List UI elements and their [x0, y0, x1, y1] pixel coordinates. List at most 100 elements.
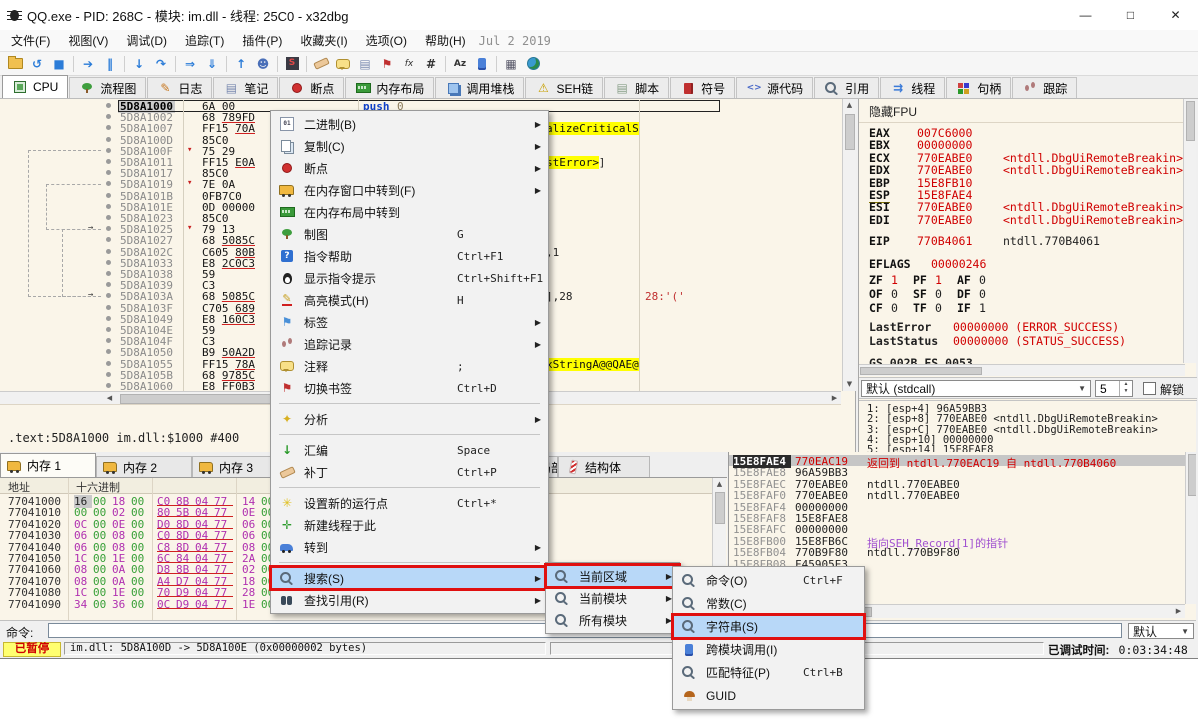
settings-button[interactable]: S	[281, 54, 303, 74]
tab-source[interactable]: <>源代码	[736, 77, 813, 98]
menu-item-search-command[interactable]: 命令(O)Ctrl+F	[673, 569, 864, 592]
menu-item-goto[interactable]: 转到	[271, 536, 548, 558]
register-row-esi[interactable]: ESI770EABE0<ntdll.DbgUiRemoteBreakin>	[859, 200, 1185, 212]
registers-vertical-scrollbar[interactable]	[1183, 99, 1196, 363]
argument-row[interactable]: 3: [esp+C] 770EABE0 <ntdll.DbgUiRemoteBr…	[859, 424, 1197, 434]
tab-trace[interactable]: 跟踪	[1012, 77, 1077, 98]
tab-call-stack[interactable]: 调用堆栈	[435, 77, 524, 98]
tab-cpu[interactable]: CPU	[2, 75, 68, 98]
menu-item-instruction-help[interactable]: ?指令帮助Ctrl+F1	[271, 245, 548, 267]
menu-item-search-all-modules[interactable]: 所有模块	[546, 609, 679, 631]
disasm-vertical-scrollbar[interactable]	[842, 99, 856, 391]
column-divider[interactable]	[183, 100, 184, 391]
restart-button[interactable]: ↺	[26, 54, 48, 74]
scrollbar-thumb[interactable]	[845, 114, 855, 150]
close-button[interactable]: ✕	[1153, 0, 1198, 30]
stack-row[interactable]: 15E8FAEC770EABE0ntdll.770EABE0	[729, 478, 1185, 489]
stepper-arrows[interactable]	[1119, 381, 1132, 396]
stack-vertical-scrollbar[interactable]	[1185, 452, 1196, 604]
menu-item-find-references[interactable]: 查找引用(R)	[271, 589, 548, 611]
run-button[interactable]: ➔	[77, 54, 99, 74]
menu-favourites[interactable]: 收藏夹(I)	[291, 30, 356, 51]
menu-item-new-thread-here[interactable]: ✛新建线程于此	[271, 514, 548, 536]
patch-button[interactable]	[310, 54, 332, 74]
tab-struct[interactable]: 结构体	[558, 456, 650, 477]
menu-options[interactable]: 选项(O)	[357, 30, 416, 51]
step-into-button[interactable]: ↓	[128, 54, 150, 74]
flag-af[interactable]: AF0	[957, 273, 1001, 287]
menu-help[interactable]: 帮助(H)	[416, 30, 475, 51]
register-row-ecx[interactable]: ECX770EABE0<ntdll.DbgUiRemoteBreakin>	[859, 151, 1185, 163]
animate-over-button[interactable]: ⇓	[201, 54, 223, 74]
menu-item-search-guid[interactable]: GUID	[673, 684, 864, 707]
step-up-icon[interactable]	[1120, 381, 1132, 388]
step-down-icon[interactable]	[1120, 388, 1132, 395]
maximize-button[interactable]: □	[1108, 0, 1153, 30]
tab-threads[interactable]: ⇉线程	[880, 77, 945, 98]
depth-stepper[interactable]: 5	[1095, 380, 1133, 397]
calculator-button[interactable]: ▦	[500, 54, 522, 74]
menu-item-copy[interactable]: 复制(C)	[271, 135, 548, 157]
eflags-row[interactable]: EFLAGS00000246	[859, 257, 1185, 271]
menu-item-search-constant[interactable]: 常数(C)	[673, 592, 864, 615]
bookmark-button[interactable]: ⚑	[376, 54, 398, 74]
tab-breakpoints[interactable]: 断点	[279, 77, 344, 98]
tab-handles[interactable]: 句柄	[946, 77, 1011, 98]
menu-item-binary[interactable]: 01二进制(B)	[271, 113, 548, 135]
flag-df[interactable]: DF0	[957, 287, 1001, 301]
menu-item-toggle-bookmark[interactable]: ⚑切换书签Ctrl+D	[271, 377, 548, 399]
animate-into-button[interactable]: ⇒	[179, 54, 201, 74]
flag-cf[interactable]: CF0	[869, 301, 913, 315]
stack-row[interactable]: 15E8FAF0770EABE0ntdll.770EABE0	[729, 489, 1185, 500]
menu-item-analysis[interactable]: ✦分析	[271, 408, 548, 430]
flag-zf[interactable]: ZF1	[869, 273, 913, 287]
menu-item-goto-memory-window[interactable]: 在内存窗口中转到(F)	[271, 179, 548, 201]
stack-row[interactable]: 15E8FAE4770EAC19返回到 ntdll.770EAC19 自 ntd…	[729, 455, 1185, 466]
register-row-esp[interactable]: ESP15E8FAE4	[859, 188, 1185, 200]
register-row-eax[interactable]: EAX007C6000	[859, 126, 1185, 138]
menu-item-assemble[interactable]: ↓汇编Space	[271, 439, 548, 461]
tab-seh-chain[interactable]: ⚠SEH链	[525, 77, 603, 98]
comment-button[interactable]	[332, 54, 354, 74]
az-button[interactable]: Az	[449, 54, 471, 74]
tab-dump-1[interactable]: 内存 1	[0, 453, 96, 477]
menu-item-search-pattern[interactable]: 匹配特征(P)Ctrl+B	[673, 661, 864, 684]
menu-trace[interactable]: 追踪(T)	[176, 30, 233, 51]
pause-button[interactable]: ‖	[99, 54, 121, 74]
menu-item-search-current-module[interactable]: 当前模块	[546, 587, 679, 609]
stack-row[interactable]: 15E8FB04770B9F80ntdll.770B9F80	[729, 546, 1185, 557]
scrollbar-thumb[interactable]	[1188, 454, 1196, 496]
calling-convention-select[interactable]: 默认 (stdcall)	[861, 380, 1091, 397]
argument-row[interactable]: 1: [esp+4] 96A59BB3	[859, 403, 1197, 413]
menu-item-search-string-references[interactable]: 字符串(S)	[673, 615, 864, 638]
column-divider[interactable]	[639, 100, 640, 391]
stack-row[interactable]: 15E8FAFC00000000	[729, 523, 1185, 534]
tab-log[interactable]: ✎日志	[147, 77, 212, 98]
step-over-button[interactable]: ↷	[150, 54, 172, 74]
flag-if[interactable]: IF1	[957, 301, 1001, 315]
menu-item-search-current-region[interactable]: 当前区域	[546, 565, 679, 587]
minimize-button[interactable]: —	[1063, 0, 1108, 30]
scroll-up-icon[interactable]	[843, 99, 856, 112]
notes-button[interactable]: ▤	[354, 54, 376, 74]
tab-symbols[interactable]: 符号	[670, 77, 735, 98]
fx-button[interactable]: fx	[398, 54, 420, 74]
scrollbar-thumb[interactable]	[860, 367, 982, 375]
register-row-eip[interactable]: EIP770B4061ntdll.770B4061	[859, 234, 1185, 246]
attach-button[interactable]: ☻	[252, 54, 274, 74]
stack-row[interactable]: 15E8FB0015E8FB6C指向SEH_Record[1]的指针	[729, 535, 1185, 546]
scroll-up-icon[interactable]	[713, 478, 726, 491]
menu-item-trace-record[interactable]: 追踪记录	[271, 333, 548, 355]
argument-row[interactable]: 2: [esp+8] 770EABE0 <ntdll.DbgUiRemoteBr…	[859, 413, 1197, 423]
menu-item-breakpoint[interactable]: 断点	[271, 157, 548, 179]
flag-sf[interactable]: SF0	[913, 287, 957, 301]
scrollbar-thumb[interactable]	[1186, 101, 1195, 141]
menu-item-set-new-origin[interactable]: ✳设置新的运行点Ctrl+*	[271, 492, 548, 514]
register-row-edi[interactable]: EDI770EABE0<ntdll.DbgUiRemoteBreakin>	[859, 213, 1185, 225]
menu-debug[interactable]: 调试(D)	[117, 30, 176, 51]
tab-dump-2[interactable]: 内存 2	[96, 456, 192, 477]
menu-plugins[interactable]: 插件(P)	[233, 30, 291, 51]
menu-item-goto-memory-map[interactable]: 在内存布局中转到	[271, 201, 548, 223]
menu-view[interactable]: 视图(V)	[59, 30, 117, 51]
register-row-edx[interactable]: EDX770EABE0<ntdll.DbgUiRemoteBreakin>	[859, 163, 1185, 175]
